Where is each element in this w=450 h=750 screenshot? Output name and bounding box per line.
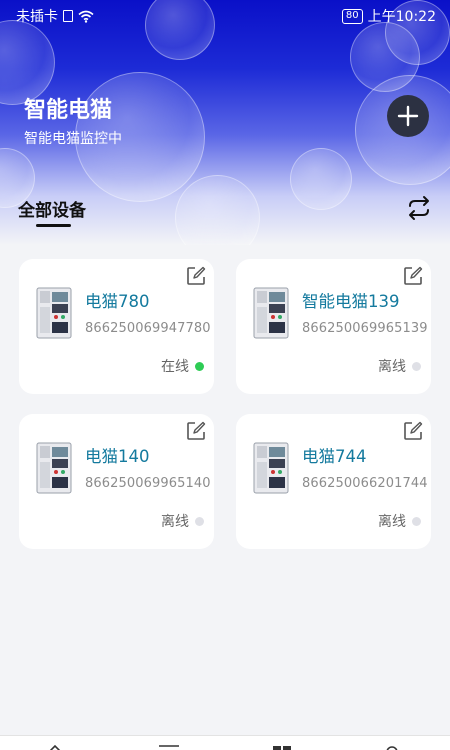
- device-name: 智能电猫139: [302, 292, 400, 311]
- swap-arrows-icon[interactable]: [404, 194, 434, 222]
- edit-icon[interactable]: [403, 266, 423, 286]
- grid-icon[interactable]: [272, 744, 292, 750]
- battery-level: 80: [345, 10, 359, 21]
- device-id: 866250069965139: [302, 321, 428, 336]
- list-icon[interactable]: [158, 744, 180, 750]
- device-thumbnail: [253, 287, 289, 339]
- device-card[interactable]: 电猫744 866250066201744 离线: [236, 414, 431, 549]
- status-indicator: 离线: [378, 356, 421, 376]
- status-bar: 未插卡 80 上午10:22: [0, 0, 450, 32]
- device-id: 866250066201744: [302, 476, 428, 491]
- offline-dot-icon: [412, 516, 421, 526]
- status-text: 离线: [378, 359, 406, 375]
- device-card[interactable]: 电猫780 866250069947780 在线: [19, 259, 214, 394]
- battery-icon: 80: [341, 8, 363, 24]
- status-indicator: 离线: [161, 511, 204, 531]
- bubble-decoration: [290, 148, 352, 210]
- device-thumbnail: [253, 442, 289, 494]
- status-indicator: 离线: [378, 511, 421, 531]
- edit-icon[interactable]: [403, 421, 423, 441]
- device-thumbnail: [36, 287, 72, 339]
- page-title: 智能电猫: [24, 98, 113, 123]
- status-text: 在线: [161, 359, 189, 375]
- online-dot-icon: [195, 361, 204, 371]
- device-card[interactable]: 智能电猫139 866250069965139 离线: [236, 259, 431, 394]
- status-text: 离线: [161, 514, 189, 530]
- status-indicator: 在线: [161, 356, 204, 376]
- clock: 上午10:22: [367, 9, 436, 25]
- bubble-decoration: [175, 175, 260, 245]
- home-icon[interactable]: [47, 744, 63, 750]
- device-card[interactable]: 电猫140 866250069965140 离线: [19, 414, 214, 549]
- bottom-tab-bar: [0, 735, 450, 750]
- plus-icon: [397, 105, 419, 127]
- device-id: 866250069947780: [85, 321, 211, 336]
- section-tab-all-devices[interactable]: 全部设备: [18, 196, 86, 221]
- carrier-label: 未插卡: [16, 9, 58, 25]
- device-name: 电猫140: [85, 447, 150, 466]
- offline-dot-icon: [195, 516, 204, 526]
- wifi-icon: [78, 10, 94, 23]
- page-subtitle: 智能电猫监控中: [24, 131, 122, 147]
- device-thumbnail: [36, 442, 72, 494]
- status-text: 离线: [378, 514, 406, 530]
- app-screen: 未插卡 80 上午10:22 智能电猫 智能电猫监控中 全部设备 电猫780 8…: [0, 0, 450, 750]
- tab-indicator: [36, 224, 71, 227]
- edit-icon[interactable]: [186, 266, 206, 286]
- device-id: 866250069965140: [85, 476, 211, 491]
- offline-dot-icon: [412, 361, 421, 371]
- user-icon[interactable]: [384, 744, 400, 750]
- add-device-button[interactable]: [387, 95, 429, 137]
- device-name: 电猫780: [85, 292, 150, 311]
- edit-icon[interactable]: [186, 421, 206, 441]
- sim-card-icon: [63, 10, 73, 22]
- device-name: 电猫744: [302, 447, 367, 466]
